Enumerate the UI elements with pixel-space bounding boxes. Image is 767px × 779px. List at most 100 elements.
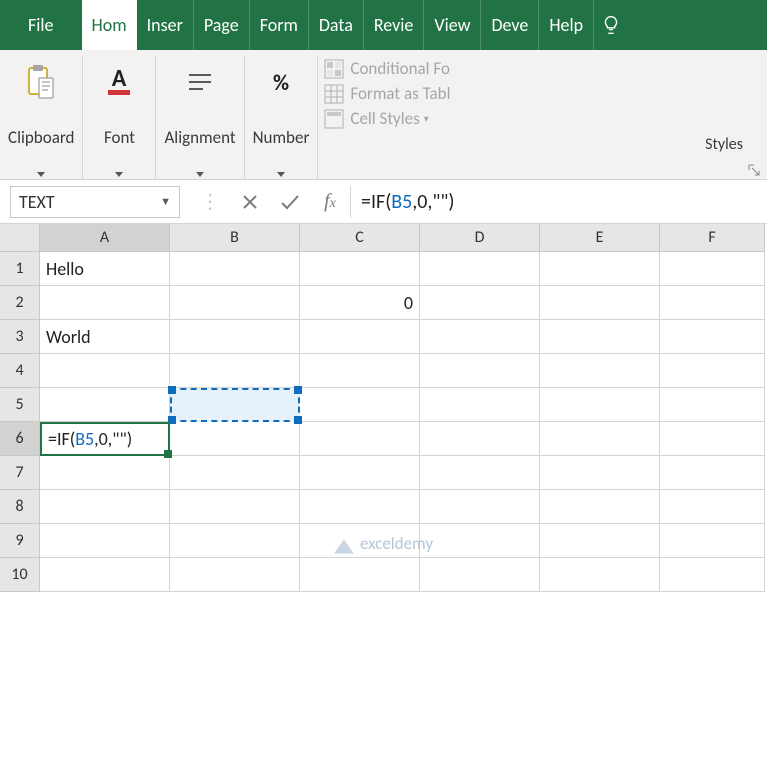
- column-header-E[interactable]: E: [540, 224, 660, 252]
- insert-function-button[interactable]: fx: [310, 180, 350, 224]
- tab-home[interactable]: Hom: [82, 0, 137, 50]
- cell-C9[interactable]: [300, 524, 420, 558]
- chevron-down-icon[interactable]: [37, 172, 45, 177]
- cell-E2[interactable]: [540, 286, 660, 320]
- cell-E6[interactable]: [540, 422, 660, 456]
- row-header-1[interactable]: 1: [0, 252, 40, 286]
- cell-D1[interactable]: [420, 252, 540, 286]
- cell-B7[interactable]: [170, 456, 300, 490]
- tab-formulas[interactable]: Form: [250, 0, 308, 50]
- cell-C6[interactable]: [300, 422, 420, 456]
- cell-E7[interactable]: [540, 456, 660, 490]
- column-header-A[interactable]: A: [40, 224, 170, 252]
- row-header-3[interactable]: 3: [0, 320, 40, 354]
- cell-E5[interactable]: [540, 388, 660, 422]
- dialog-launcher-icon[interactable]: [747, 163, 761, 177]
- cell-C7[interactable]: [300, 456, 420, 490]
- cell-D3[interactable]: [420, 320, 540, 354]
- chevron-down-icon[interactable]: [277, 172, 285, 177]
- chevron-down-icon[interactable]: [115, 172, 123, 177]
- cell-B4[interactable]: [170, 354, 300, 388]
- select-all-corner[interactable]: [0, 224, 40, 252]
- row-header-5[interactable]: 5: [0, 388, 40, 422]
- cell-B2[interactable]: [170, 286, 300, 320]
- cell-C8[interactable]: [300, 490, 420, 524]
- cell-E1[interactable]: [540, 252, 660, 286]
- cell-A8[interactable]: [40, 490, 170, 524]
- cell-B8[interactable]: [170, 490, 300, 524]
- fill-handle[interactable]: [164, 450, 172, 458]
- cell-F9[interactable]: [660, 524, 765, 558]
- tab-file[interactable]: File: [0, 0, 82, 50]
- name-box[interactable]: TEXT ▼: [10, 186, 180, 218]
- column-header-D[interactable]: D: [420, 224, 540, 252]
- cell-A6[interactable]: =IF(B5,0,""): [40, 422, 170, 456]
- row-header-6[interactable]: 6: [0, 422, 40, 456]
- cell-A10[interactable]: [40, 558, 170, 592]
- cell-B1[interactable]: [170, 252, 300, 286]
- enter-formula-button[interactable]: [270, 180, 310, 224]
- cell-A2[interactable]: [40, 286, 170, 320]
- cell-D10[interactable]: [420, 558, 540, 592]
- cell-A4[interactable]: [40, 354, 170, 388]
- cell-F3[interactable]: [660, 320, 765, 354]
- cell-A1[interactable]: Hello: [40, 252, 170, 286]
- column-header-B[interactable]: B: [170, 224, 300, 252]
- cancel-formula-button[interactable]: [230, 180, 270, 224]
- cell-B9[interactable]: [170, 524, 300, 558]
- alignment-icon[interactable]: [172, 60, 228, 104]
- cell-C10[interactable]: [300, 558, 420, 592]
- cell-F7[interactable]: [660, 456, 765, 490]
- conditional-formatting-button[interactable]: Conditional Fo: [318, 56, 767, 81]
- row-header-10[interactable]: 10: [0, 558, 40, 592]
- chevron-down-icon[interactable]: ▼: [160, 195, 171, 208]
- cell-D5[interactable]: [420, 388, 540, 422]
- tab-help[interactable]: Help: [539, 0, 593, 50]
- tab-review[interactable]: Revie: [364, 0, 424, 50]
- row-header-7[interactable]: 7: [0, 456, 40, 490]
- cell-E9[interactable]: [540, 524, 660, 558]
- cell-F10[interactable]: [660, 558, 765, 592]
- tell-me-icon[interactable]: [594, 0, 632, 50]
- formula-input[interactable]: =IF(B5,0,""): [351, 190, 767, 214]
- tab-view[interactable]: View: [424, 0, 480, 50]
- cell-A5[interactable]: [40, 388, 170, 422]
- cell-E4[interactable]: [540, 354, 660, 388]
- cell-C4[interactable]: [300, 354, 420, 388]
- font-icon[interactable]: A: [91, 60, 147, 104]
- cell-F6[interactable]: [660, 422, 765, 456]
- cell-styles-button[interactable]: Cell Styles ▾: [318, 106, 767, 131]
- cell-A3[interactable]: World: [40, 320, 170, 354]
- cell-A7[interactable]: [40, 456, 170, 490]
- row-header-2[interactable]: 2: [0, 286, 40, 320]
- cell-B6[interactable]: [170, 422, 300, 456]
- cell-D2[interactable]: [420, 286, 540, 320]
- cell-D4[interactable]: [420, 354, 540, 388]
- cell-C1[interactable]: [300, 252, 420, 286]
- cell-D6[interactable]: [420, 422, 540, 456]
- cell-D9[interactable]: [420, 524, 540, 558]
- cell-C2[interactable]: 0: [300, 286, 420, 320]
- percent-icon[interactable]: %: [253, 60, 309, 104]
- cell-F4[interactable]: [660, 354, 765, 388]
- tab-insert[interactable]: Inser: [137, 0, 193, 50]
- cell-F8[interactable]: [660, 490, 765, 524]
- tab-developer[interactable]: Deve: [481, 0, 538, 50]
- format-as-table-button[interactable]: Format as Tabl: [318, 81, 767, 106]
- cell-C3[interactable]: [300, 320, 420, 354]
- cell-F1[interactable]: [660, 252, 765, 286]
- paste-icon[interactable]: [13, 60, 69, 104]
- cell-F5[interactable]: [660, 388, 765, 422]
- cell-D8[interactable]: [420, 490, 540, 524]
- cell-E3[interactable]: [540, 320, 660, 354]
- cell-D7[interactable]: [420, 456, 540, 490]
- cell-F2[interactable]: [660, 286, 765, 320]
- cell-C5[interactable]: [300, 388, 420, 422]
- row-header-8[interactable]: 8: [0, 490, 40, 524]
- chevron-down-icon[interactable]: [196, 172, 204, 177]
- row-header-4[interactable]: 4: [0, 354, 40, 388]
- cell-B10[interactable]: [170, 558, 300, 592]
- cell-A9[interactable]: [40, 524, 170, 558]
- cell-E8[interactable]: [540, 490, 660, 524]
- column-header-F[interactable]: F: [660, 224, 765, 252]
